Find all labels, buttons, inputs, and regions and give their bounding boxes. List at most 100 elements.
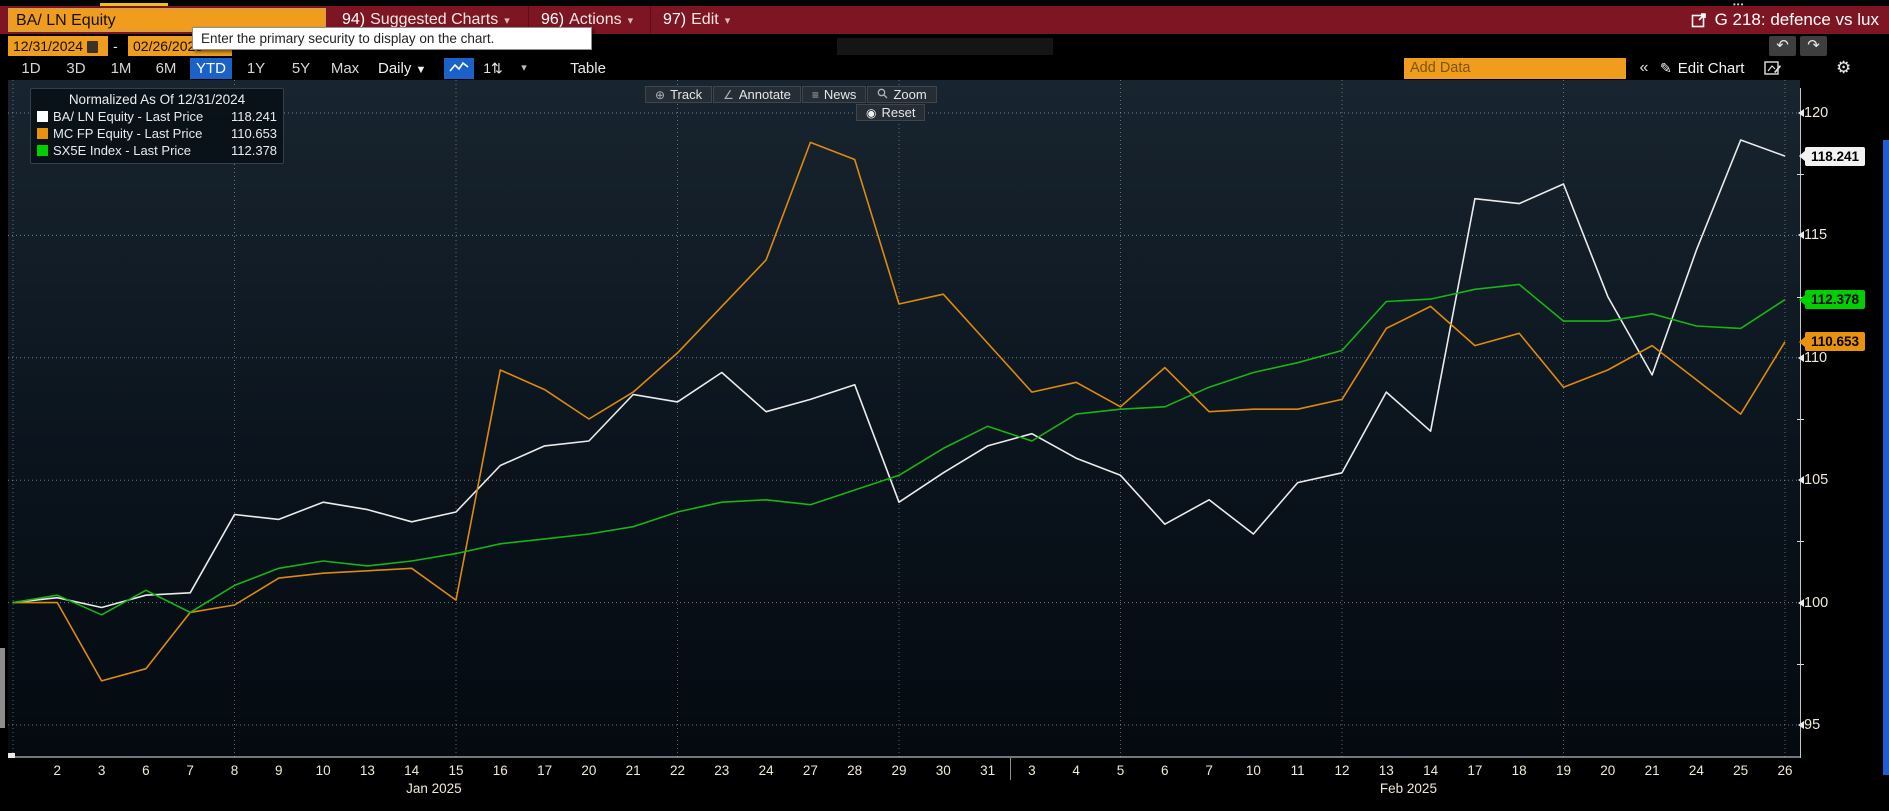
chart-plot-area[interactable]	[8, 80, 1800, 758]
axis-drag-handle[interactable]	[8, 753, 15, 758]
x-tick-label: 4	[1072, 763, 1080, 778]
chart-type-dropdown[interactable]: ▾	[512, 58, 536, 79]
menu-number: 96)	[541, 11, 565, 28]
x-tick-label: 17	[537, 763, 553, 778]
x-tick-label: 24	[758, 763, 774, 778]
undo-button[interactable]: ↶	[1769, 36, 1796, 56]
x-tick-label: 20	[1600, 763, 1616, 778]
x-tick-label: 8	[230, 763, 239, 778]
x-tick-label: 18	[1511, 763, 1527, 778]
y-tick-label: 110	[1798, 350, 1827, 366]
y-tick-label: 120	[1798, 105, 1828, 121]
y-tick-label: 95	[1798, 717, 1820, 733]
series-line-ba-ln[interactable]	[12, 139, 1786, 609]
line-chart-type-button[interactable]	[444, 58, 474, 79]
legend-label: SX5E Index - Last Price	[53, 143, 192, 158]
news-button[interactable]: ≡ News	[801, 86, 867, 103]
x-tick-label: 10	[315, 763, 331, 778]
range-max[interactable]: Max	[322, 58, 368, 79]
annotate-button[interactable]: ∠ Annotate	[713, 86, 801, 103]
x-tick-label: 13	[1378, 763, 1394, 778]
table-button[interactable]: Table	[556, 58, 620, 79]
left-edge-handle[interactable]	[0, 648, 5, 728]
y-tick-label: 115	[1798, 227, 1827, 243]
calendar-icon[interactable]	[87, 41, 99, 53]
frequency-dropdown[interactable]: Daily ▼	[370, 58, 434, 79]
x-tick-label: 6	[1161, 763, 1169, 778]
x-tick-label: 19	[1555, 763, 1572, 778]
open-window-icon[interactable]	[1691, 12, 1707, 28]
range-1d[interactable]: 1D	[10, 58, 52, 79]
menu-label: Actions	[569, 11, 622, 28]
track-button[interactable]: ⊕ Track	[645, 86, 713, 103]
tick-arrow-icon	[1798, 476, 1804, 485]
tooltip: Enter the primary security to display on…	[192, 27, 592, 50]
x-tick-label: 28	[847, 763, 863, 778]
series-swatch	[37, 111, 48, 122]
x-tick-label: 2	[53, 763, 62, 778]
redo-button[interactable]: ↷	[1800, 36, 1827, 56]
x-tick-label: 12	[1334, 763, 1350, 778]
legend-value: 110.653	[231, 126, 278, 141]
date-separator: -	[113, 38, 118, 54]
axis-compare-button[interactable]: 1⇅	[478, 58, 508, 79]
x-tick-label: 11	[1290, 763, 1305, 778]
x-tick-label: 3	[97, 763, 106, 778]
x-tick-label: 21	[625, 763, 641, 778]
y-tick-minor	[1797, 541, 1804, 543]
chevron-down-icon: ▾	[504, 15, 510, 27]
month-label: Jan 2025	[406, 781, 462, 796]
x-tick-label: 16	[492, 763, 508, 778]
x-tick-label: 31	[980, 763, 996, 778]
chart-tools-toolbar: ⊕ Track ∠ Annotate ≡ News Zoom	[645, 86, 938, 103]
news-lines-icon: ≡	[811, 88, 819, 102]
collapse-panel-button[interactable]: «	[1631, 58, 1657, 79]
menu-label: Suggested Charts	[370, 11, 499, 28]
month-separator-tick	[1010, 758, 1011, 780]
x-tick-label: 6	[142, 763, 150, 778]
start-date-field[interactable]: 12/31/2024	[8, 36, 108, 56]
x-tick-label: 14	[1423, 763, 1439, 778]
tick-arrow-icon	[1798, 720, 1804, 729]
reset-button[interactable]: ◉ Reset	[856, 104, 926, 121]
x-tick-label: 3	[1028, 763, 1036, 778]
legend-item-ba[interactable]: BA/ LN Equity - Last Price 118.241	[37, 108, 277, 125]
range-ytd[interactable]: YTD	[190, 58, 232, 79]
last-price-tag: 118.241	[1799, 146, 1865, 166]
y-tick-label: 105	[1798, 472, 1828, 488]
x-tick-label: 26	[1777, 763, 1793, 778]
edit-chart-button[interactable]: ✎ Edit Chart	[1660, 58, 1744, 79]
x-tick-label: 20	[581, 763, 597, 778]
month-label: Feb 2025	[1379, 781, 1437, 796]
legend-item-mc[interactable]: MC FP Equity - Last Price 110.653	[37, 125, 277, 142]
range-5y[interactable]: 5Y	[280, 58, 322, 79]
x-tick-label: 30	[935, 763, 951, 778]
range-1m[interactable]: 1M	[100, 58, 142, 79]
window-edge-strip	[1883, 140, 1889, 775]
range-6m[interactable]: 6M	[145, 58, 187, 79]
menu-edit[interactable]: 97) Edit ▾	[650, 6, 740, 34]
x-tick-label: 25	[1733, 763, 1749, 778]
tag-notch	[1799, 335, 1806, 348]
pencil-icon: ✎	[1660, 60, 1672, 76]
zoom-button[interactable]: Zoom	[867, 86, 937, 103]
x-tick-label: 9	[275, 763, 283, 778]
range-1y[interactable]: 1Y	[235, 58, 277, 79]
legend-item-sx5e[interactable]: SX5E Index - Last Price 112.378	[37, 142, 277, 159]
legend-value: 118.241	[231, 109, 278, 124]
chart-canvas[interactable]	[8, 80, 1800, 758]
reset-dot-icon: ◉	[866, 106, 877, 120]
add-data-input[interactable]: Add Data	[1404, 58, 1626, 79]
x-tick-label: 29	[891, 763, 907, 778]
y-tick-minor	[1797, 419, 1804, 420]
legend-label: BA/ LN Equity - Last Price	[53, 109, 204, 124]
tag-notch	[1799, 293, 1806, 306]
angle-icon: ∠	[723, 88, 734, 102]
gear-icon[interactable]: ⚙	[1836, 58, 1851, 78]
chart-legend: Normalized As Of 12/31/2024 BA/ LN Equit…	[30, 88, 284, 164]
x-tick-label: 21	[1644, 763, 1660, 778]
range-3d[interactable]: 3D	[55, 58, 97, 79]
chart-annotate-icon[interactable]	[1764, 60, 1782, 76]
tick-arrow-icon	[1798, 231, 1804, 240]
tick-arrow-icon	[1798, 109, 1804, 118]
